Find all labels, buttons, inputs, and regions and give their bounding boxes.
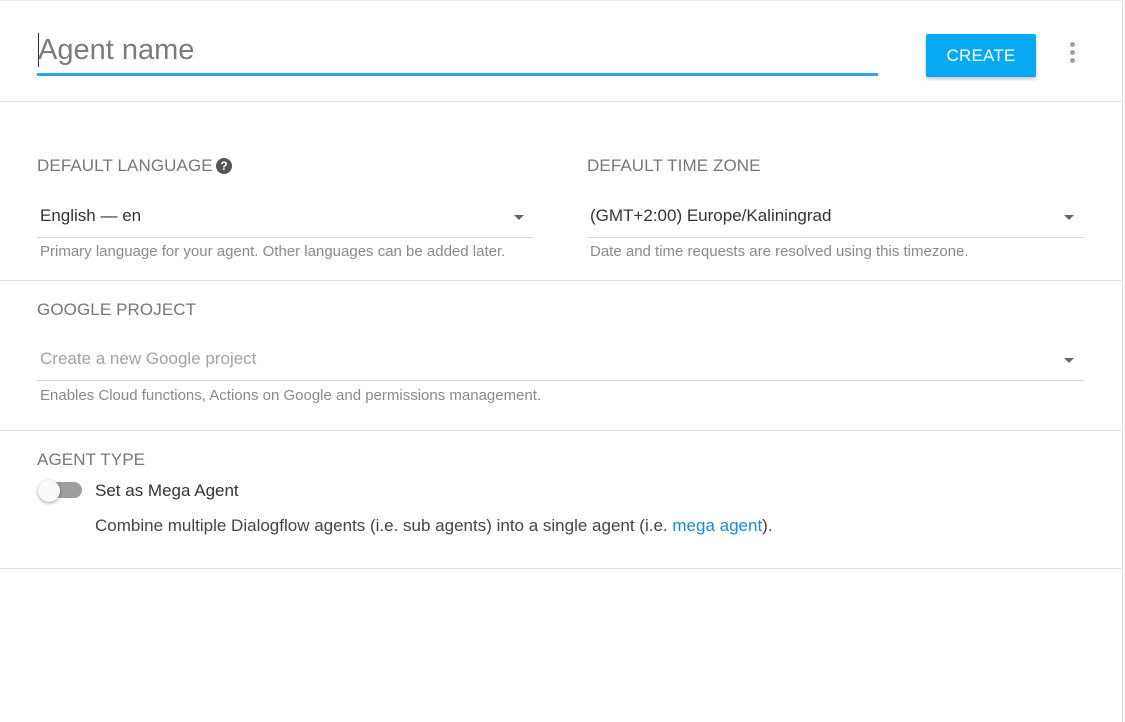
language-hint: Primary language for your agent. Other l… <box>40 243 506 260</box>
google-project-title: GOOGLE PROJECT <box>37 300 197 319</box>
help-icon[interactable]: ? <box>216 158 232 174</box>
mega-agent-description: Combine multiple Dialogflow agents (i.e.… <box>95 516 773 536</box>
dropdown-arrow-icon <box>1064 215 1074 220</box>
section-divider <box>0 280 1123 281</box>
agent-settings-page: CREATE DEFAULT LANGUAGE ? English — en P… <box>0 0 1123 722</box>
dropdown-arrow-icon <box>514 215 524 220</box>
more-vert-icon[interactable] <box>1062 39 1082 65</box>
google-project-hint: Enables Cloud functions, Actions on Goog… <box>40 387 542 404</box>
default-language-title: DEFAULT LANGUAGE <box>37 156 213 175</box>
mega-agent-link[interactable]: mega agent <box>672 516 762 535</box>
toggle-knob <box>38 480 60 502</box>
google-project-placeholder: Create a new Google project <box>40 349 257 368</box>
language-value: English — en <box>40 206 142 225</box>
agent-name-field-wrap <box>37 27 878 76</box>
description-text-after: ). <box>762 516 773 535</box>
timezone-value: (GMT+2:00) Europe/Kaliningrad <box>590 206 832 225</box>
timezone-hint: Date and time requests are resolved usin… <box>590 243 969 260</box>
description-text-before: Combine multiple Dialogflow agents (i.e.… <box>95 516 673 535</box>
language-select[interactable]: English — en <box>37 200 534 238</box>
text-caret <box>38 33 39 67</box>
dropdown-arrow-icon <box>1064 358 1074 363</box>
create-button[interactable]: CREATE <box>926 34 1036 77</box>
section-divider <box>0 430 1123 431</box>
section-divider <box>0 568 1123 569</box>
agent-name-input[interactable] <box>37 27 878 73</box>
mega-agent-toggle-label: Set as Mega Agent <box>95 481 239 500</box>
default-time-zone-title: DEFAULT TIME ZONE <box>587 156 761 175</box>
agent-header: CREATE <box>0 1 1123 102</box>
google-project-select[interactable]: Create a new Google project <box>37 343 1084 381</box>
timezone-select[interactable]: (GMT+2:00) Europe/Kaliningrad <box>587 200 1084 238</box>
agent-type-title: AGENT TYPE <box>37 450 146 469</box>
mega-agent-toggle[interactable] <box>38 480 82 502</box>
